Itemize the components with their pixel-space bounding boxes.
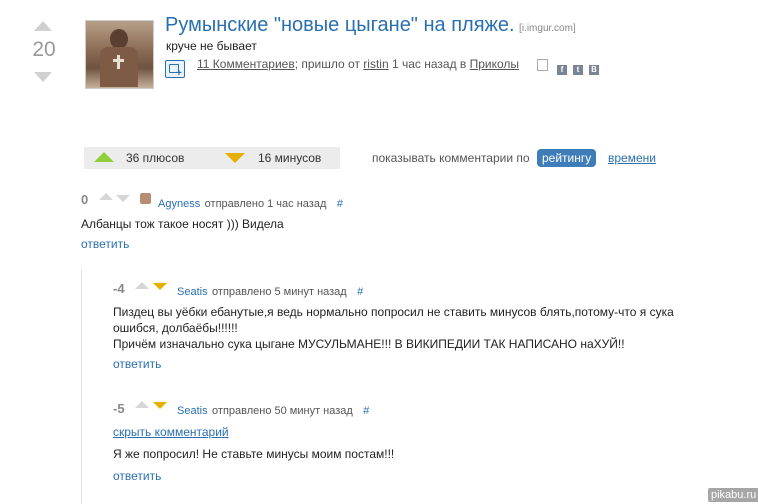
sort-label: показывать комментарии по [372,151,530,165]
plus-votes-icon [94,152,114,162]
comment-downvote-icon[interactable] [153,283,167,290]
plus-votes-label: 36 плюсов [126,151,185,165]
comment-permalink[interactable]: # [363,405,369,417]
comment-downvote-icon[interactable] [153,402,167,409]
comment-text: Я же попросил! Не ставьте минусы моим по… [113,447,395,461]
post-author-link[interactable]: ristin [363,57,388,71]
comment-text-line: Причём изначально сука цыгане МУСУЛЬМАНЕ… [113,337,625,351]
minus-votes-label: 16 минусов [258,151,322,165]
sort-by-time-link[interactable]: времени [608,151,656,165]
comment-meta: отправлено 50 минут назад [212,405,353,417]
post-subtitle: круче не бывает [166,39,257,53]
comment-meta: отправлено 1 час назад [204,198,327,210]
hide-comment-link[interactable]: скрыть комментарий [113,425,229,439]
reply-link[interactable]: ответить [113,357,161,371]
comment-score: 0 [81,192,89,207]
save-post-icon[interactable] [537,59,548,71]
post-title[interactable]: Румынские "новые цыгане" на пляже. [165,14,515,36]
facebook-icon[interactable]: f [557,59,567,77]
comment-permalink[interactable]: # [357,286,363,298]
post-score: 20 [32,38,56,61]
avatar [140,193,151,204]
reply-link[interactable]: ответить [113,469,161,483]
post-time: 1 час назад в [388,57,470,71]
comment-upvote-icon[interactable] [135,401,149,408]
vkontakte-icon[interactable]: B [589,59,599,77]
comment-downvote-icon[interactable] [116,195,130,202]
comment-upvote-icon[interactable] [135,282,149,289]
post-upvote-icon[interactable] [34,21,52,31]
post-domain: [i.imgur.com] [519,23,576,34]
minus-votes-icon [225,153,245,163]
comment-permalink[interactable]: # [337,198,343,210]
comment-author[interactable]: Agyness [158,198,200,210]
posted-by-label: ; пришло от [294,57,364,71]
reply-link[interactable]: ответить [81,237,129,251]
comment-score: -4 [113,281,125,296]
comment-meta: отправлено 5 минут назад [212,286,347,298]
comment-upvote-icon[interactable] [99,193,113,200]
comment-text-line: Пиздец вы уёбки ебанутые,я ведь нормальн… [113,305,674,319]
comment-author[interactable]: Seatis [177,405,208,417]
thread-line [81,270,82,504]
post-downvote-icon[interactable] [34,72,52,82]
sort-by-rating-button[interactable]: рейтингу [537,149,597,167]
comments-count-link[interactable]: 11 Комментариев [197,57,295,71]
comment-text: Албанцы тож такое носят ))) Видела [81,217,284,231]
expand-image-icon[interactable]: + [165,60,185,79]
watermark: pikabu.ru [708,488,758,502]
comment-text-line: ошибся, долбаёбы!!!!!! [113,321,238,335]
comment-text: Пиздец вы уёбки ебанутые,я ведь нормальн… [113,304,674,352]
comment-score: -5 [113,401,125,416]
post-category-link[interactable]: Приколы [470,57,519,71]
twitter-icon[interactable]: t [573,59,583,77]
comment-author[interactable]: Seatis [177,286,208,298]
post-thumbnail[interactable] [85,20,154,89]
